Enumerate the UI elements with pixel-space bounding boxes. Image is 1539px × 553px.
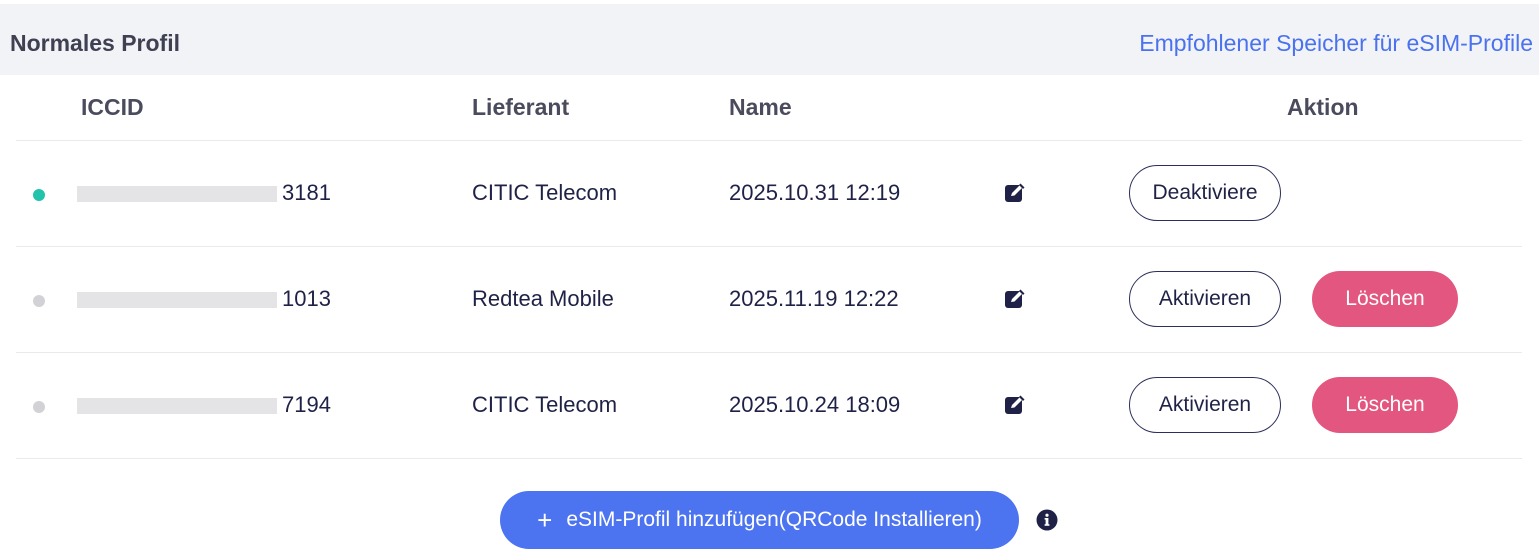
iccid-masked [77, 292, 277, 308]
add-esim-profile-button[interactable]: + eSIM-Profil hinzufügen(QRCode Installi… [500, 491, 1019, 549]
status-dot-inactive [33, 295, 45, 307]
column-header-action: Aktion [1287, 94, 1359, 120]
deactivate-button[interactable]: Deaktiviere [1129, 165, 1281, 221]
table-row: 1013 Redtea Mobile 2025.11.19 12:22 Akti… [0, 246, 1539, 352]
iccid-suffix: 1013 [282, 286, 331, 311]
iccid-suffix: 7194 [282, 392, 331, 417]
edit-icon[interactable] [1004, 394, 1026, 416]
column-header-provider: Lieferant [472, 94, 570, 120]
section-header: Normales Profil Empfohlener Speicher für… [0, 4, 1539, 75]
profile-name-cell: 2025.11.19 12:22 [729, 286, 899, 311]
add-esim-profile-label: eSIM-Profil hinzufügen(QRCode Installier… [566, 508, 982, 531]
profile-name-cell: 2025.10.31 12:19 [729, 180, 901, 205]
profile-name-cell: 2025.10.24 18:09 [729, 392, 901, 417]
iccid-suffix: 3181 [282, 180, 331, 205]
edit-icon[interactable] [1004, 288, 1026, 310]
column-header-iccid: ICCID [81, 94, 144, 120]
delete-button[interactable]: Löschen [1312, 377, 1458, 433]
column-header-name: Name [729, 94, 792, 120]
status-dot-inactive [33, 401, 45, 413]
divider [16, 458, 1522, 459]
activate-button[interactable]: Aktivieren [1129, 271, 1281, 327]
edit-icon[interactable] [1004, 182, 1026, 204]
delete-button[interactable]: Löschen [1312, 271, 1458, 327]
info-icon[interactable] [1036, 509, 1058, 531]
table-row: 7194 CITIC Telecom 2025.10.24 18:09 Akti… [0, 352, 1539, 458]
plus-icon: + [537, 505, 553, 535]
iccid-masked [77, 186, 277, 202]
section-title: Normales Profil [10, 30, 180, 56]
provider-cell: CITIC Telecom [472, 180, 618, 205]
provider-cell: Redtea Mobile [472, 286, 614, 311]
activate-button[interactable]: Aktivieren [1129, 377, 1281, 433]
table-row: 3181 CITIC Telecom 2025.10.31 12:19 Deak… [0, 140, 1539, 246]
recommended-storage-link[interactable]: Empfohlener Speicher für eSIM-Profile [1139, 30, 1533, 57]
status-dot-active [33, 189, 45, 201]
provider-cell: CITIC Telecom [472, 392, 618, 417]
iccid-masked [77, 398, 277, 414]
